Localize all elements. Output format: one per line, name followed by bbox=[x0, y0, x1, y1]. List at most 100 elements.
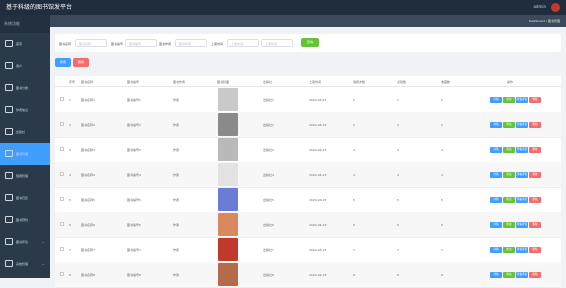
comment-icon bbox=[5, 238, 13, 245]
sidebar-item-home[interactable]: 首页 bbox=[0, 33, 50, 55]
table-row: 2 图书名称2 图书编号2 作者 出版社2 2024-04-23 2 2 2 详… bbox=[55, 112, 561, 138]
detail-button[interactable]: 详情 bbox=[490, 97, 502, 103]
cell-code: 图书编号8 bbox=[127, 273, 141, 277]
add-button[interactable]: 新增 bbox=[55, 58, 71, 67]
edit-button[interactable]: 修改 bbox=[503, 197, 515, 203]
sidebar-item-comment[interactable]: 图书评论 ⌄ bbox=[0, 231, 50, 253]
detail-button[interactable]: 详情 bbox=[490, 197, 502, 203]
detail-button[interactable]: 详情 bbox=[490, 122, 502, 128]
row-checkbox[interactable] bbox=[60, 247, 64, 251]
row-delete-button[interactable]: 删除 bbox=[529, 247, 541, 253]
row-delete-button[interactable]: 删除 bbox=[529, 222, 541, 228]
view-comments-button[interactable]: 查看评论 bbox=[516, 122, 528, 128]
breadcrumb-text: Dashboard / 图书管理 bbox=[528, 19, 560, 23]
view-comments-button[interactable]: 查看评论 bbox=[516, 222, 528, 228]
cell-code: 图书编号4 bbox=[127, 173, 141, 177]
view-comments-button[interactable]: 查看评论 bbox=[516, 247, 528, 253]
detail-button[interactable]: 详情 bbox=[490, 247, 502, 253]
sidebar-item-user[interactable]: 用户 bbox=[0, 55, 50, 77]
row-delete-button[interactable]: 删除 bbox=[529, 197, 541, 203]
cell-code: 图书编号3 bbox=[127, 148, 141, 152]
edit-button[interactable]: 修改 bbox=[503, 272, 515, 278]
detail-button[interactable]: 详情 bbox=[490, 147, 502, 153]
row-checkbox[interactable] bbox=[60, 172, 64, 176]
view-comments-button[interactable]: 查看评论 bbox=[516, 197, 528, 203]
cell-publisher: 出版社3 bbox=[263, 148, 274, 152]
view-comments-button[interactable]: 查看评论 bbox=[516, 97, 528, 103]
cell-fav: 7 bbox=[441, 248, 443, 252]
sidebar-item-system[interactable]: 系统管理 ⌄ bbox=[0, 253, 50, 275]
cell-author: 作者 bbox=[173, 98, 180, 102]
avatar[interactable] bbox=[551, 3, 560, 12]
row-checkbox[interactable] bbox=[60, 147, 64, 151]
row-checkbox[interactable] bbox=[60, 122, 64, 126]
cell-time: 2024-04-23 bbox=[309, 148, 327, 152]
cell-no: 3 bbox=[69, 148, 71, 152]
row-checkbox[interactable] bbox=[60, 272, 64, 276]
book-name-input[interactable]: 图书名称 bbox=[75, 39, 107, 47]
row-checkbox[interactable] bbox=[60, 197, 64, 201]
cell-name: 图书名称1 bbox=[81, 98, 95, 102]
view-comments-button[interactable]: 查看评论 bbox=[516, 147, 528, 153]
sidebar-item-label: 图书分类 bbox=[16, 86, 29, 90]
edit-button[interactable]: 修改 bbox=[503, 247, 515, 253]
cell-code: 图书编号2 bbox=[127, 123, 141, 127]
sidebar-item-books[interactable]: 图书管理 bbox=[0, 143, 50, 165]
cell-name: 图书名称3 bbox=[81, 148, 95, 152]
cell-publisher: 出版社8 bbox=[263, 273, 274, 277]
col-header: 序号 bbox=[69, 80, 76, 84]
sidebar-item-label: 图书评论 bbox=[16, 240, 29, 244]
cell-name: 图书名称6 bbox=[81, 223, 95, 227]
cell-fav: 1 bbox=[441, 98, 443, 102]
book-cover-image bbox=[218, 113, 238, 136]
table-header: 序号 图书名称 图书编号 图书作者 图书封面 出版社 上架时间 借阅次数 点赞数… bbox=[55, 76, 561, 87]
row-delete-button[interactable]: 删除 bbox=[529, 172, 541, 178]
col-header: 图书封面 bbox=[217, 80, 230, 84]
book-code-input[interactable]: 图书编号 bbox=[125, 39, 157, 47]
edit-button[interactable]: 修改 bbox=[503, 97, 515, 103]
cell-name: 图书名称7 bbox=[81, 248, 95, 252]
col-header: 出版社 bbox=[263, 80, 273, 84]
detail-button[interactable]: 详情 bbox=[490, 222, 502, 228]
query-button[interactable]: 查询 bbox=[301, 38, 319, 47]
start-date-input[interactable]: 上架时间 bbox=[227, 39, 259, 47]
book-author-input[interactable]: 图书作者 bbox=[175, 39, 207, 47]
sidebar-item-return[interactable]: 图书归还 bbox=[0, 187, 50, 209]
edit-button[interactable]: 修改 bbox=[503, 122, 515, 128]
view-comments-button[interactable]: 查看评论 bbox=[516, 172, 528, 178]
return-icon bbox=[5, 194, 13, 201]
cell-like: 8 bbox=[397, 273, 399, 277]
end-date-input[interactable]: 上架时间 bbox=[261, 39, 293, 47]
row-delete-button[interactable]: 删除 bbox=[529, 272, 541, 278]
sidebar-item-author[interactable]: 作者信息 bbox=[0, 99, 50, 121]
edit-button[interactable]: 修改 bbox=[503, 147, 515, 153]
cell-borrow: 1 bbox=[353, 98, 355, 102]
user-name[interactable]: admin bbox=[533, 4, 546, 9]
cell-code: 图书编号7 bbox=[127, 248, 141, 252]
row-delete-button[interactable]: 删除 bbox=[529, 147, 541, 153]
cell-name: 图书名称8 bbox=[81, 273, 95, 277]
row-delete-button[interactable]: 删除 bbox=[529, 122, 541, 128]
detail-button[interactable]: 详情 bbox=[490, 272, 502, 278]
cell-name: 图书名称5 bbox=[81, 198, 95, 202]
row-delete-button[interactable]: 删除 bbox=[529, 97, 541, 103]
view-comments-button[interactable]: 查看评论 bbox=[516, 272, 528, 278]
delete-button[interactable]: 删除 bbox=[73, 58, 89, 67]
cell-like: 5 bbox=[397, 198, 399, 202]
edit-button[interactable]: 修改 bbox=[503, 222, 515, 228]
breadcrumb: Dashboard / 图书管理 bbox=[50, 15, 566, 27]
filter-label-author: 图书作者 bbox=[159, 42, 172, 46]
system-icon bbox=[5, 260, 13, 267]
row-checkbox[interactable] bbox=[60, 97, 64, 101]
cell-code: 图书编号6 bbox=[127, 223, 141, 227]
filter-label-code: 图书编号 bbox=[111, 42, 124, 46]
sidebar-item-reserve[interactable]: 图书预约 bbox=[0, 209, 50, 231]
detail-button[interactable]: 详情 bbox=[490, 172, 502, 178]
row-checkbox[interactable] bbox=[60, 222, 64, 226]
sidebar-item-borrow[interactable]: 借阅管理 bbox=[0, 165, 50, 187]
sidebar-item-category[interactable]: 图书分类 bbox=[0, 77, 50, 99]
sidebar-item-publisher[interactable]: 出版社 bbox=[0, 121, 50, 143]
book-cover-image bbox=[218, 163, 238, 186]
col-header: 图书编号 bbox=[127, 80, 140, 84]
edit-button[interactable]: 修改 bbox=[503, 172, 515, 178]
